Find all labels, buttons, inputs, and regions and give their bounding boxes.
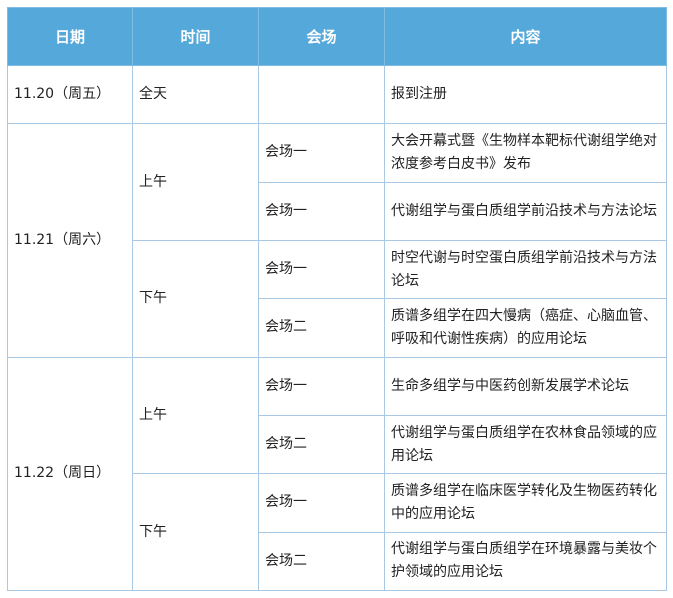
content-cell: 时空代谢与时空蛋白质组学前沿技术与方法论坛 [384, 239, 667, 300]
venue-cell: 会场二 [258, 531, 385, 592]
content-cell: 报到注册 [384, 64, 667, 125]
time-cell: 上午 [132, 356, 259, 475]
venue-cell: 会场一 [258, 181, 385, 241]
venue-cell: 会场一 [258, 356, 385, 416]
time-cell: 上午 [132, 123, 259, 241]
content-cell: 代谢组学与蛋白质组学在环境暴露与美妆个护领域的应用论坛 [384, 531, 667, 592]
table-row: 11.21（周六） 上午 会场一 大会开幕式暨《生物样本靶标代谢组学绝对浓度参考… [7, 123, 667, 358]
date-cell: 11.20（周五） [7, 64, 133, 125]
header-time: 时间 [132, 7, 259, 66]
content-cell: 代谢组学与蛋白质组学在农林食品领域的应用论坛 [384, 414, 667, 475]
table-row: 11.20（周五） 全天 报到注册 [7, 64, 667, 125]
content-cell: 生命多组学与中医药创新发展学术论坛 [384, 356, 667, 416]
venue-cell: 会场二 [258, 298, 385, 358]
venue-cell: 会场一 [258, 473, 385, 533]
content-cell: 大会开幕式暨《生物样本靶标代谢组学绝对浓度参考白皮书》发布 [384, 123, 667, 183]
header-date: 日期 [7, 7, 133, 66]
content-cell: 质谱多组学在四大慢病（癌症、心脑血管、呼吸和代谢性疾病）的应用论坛 [384, 298, 667, 358]
venue-cell: 会场一 [258, 123, 385, 183]
venue-cell [258, 64, 385, 125]
header-row: 日期 时间 会场 内容 [7, 7, 667, 66]
content-cell: 代谢组学与蛋白质组学前沿技术与方法论坛 [384, 181, 667, 241]
time-cell: 全天 [132, 64, 259, 125]
header-content: 内容 [384, 7, 667, 66]
table-row: 11.22（周日） 上午 会场一 生命多组学与中医药创新发展学术论坛 [7, 356, 667, 592]
date-cell: 11.21（周六） [7, 123, 133, 358]
content-cell: 质谱多组学在临床医学转化及生物医药转化中的应用论坛 [384, 473, 667, 533]
header-venue: 会场 [258, 7, 385, 66]
date-cell: 11.22（周日） [7, 356, 133, 592]
time-cell: 下午 [132, 239, 259, 358]
schedule-table: 日期 时间 会场 内容 11.20（周五） 全天 报到注册 11.21（周六） … [7, 7, 667, 592]
time-cell: 下午 [132, 473, 259, 591]
venue-cell: 会场二 [258, 414, 385, 475]
venue-cell: 会场一 [258, 239, 385, 300]
